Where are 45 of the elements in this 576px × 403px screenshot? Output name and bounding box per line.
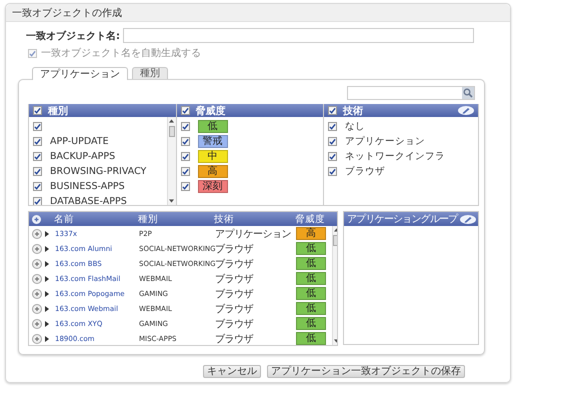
column-header[interactable]: 脅威度 — [295, 212, 331, 226]
action-button[interactable]: キャンセル — [203, 365, 261, 378]
threat-level-badge: 低 — [296, 287, 326, 300]
tab[interactable]: アプリケーション — [32, 67, 128, 80]
threat-level-badge: 低 — [296, 242, 326, 255]
table-cell-text: ブラウザ — [215, 242, 254, 256]
threat-level-badge: 低 — [296, 257, 326, 270]
table-cell-text: ブラウザ — [215, 258, 254, 270]
table-cell-text: アプリケーション — [215, 228, 292, 240]
column-title: 脅威度 — [196, 104, 227, 118]
threat-level-badge: 高 — [296, 227, 326, 240]
table-cell-text: ブラウザ — [215, 288, 254, 300]
column-header[interactable]: 名前 — [44, 212, 138, 226]
panel-title: アプリケーショングループ — [347, 212, 458, 226]
threat-level-badge: 高 — [198, 165, 228, 178]
threat-level-badge: 低 — [198, 120, 228, 133]
action-button[interactable]: アプリケーション一致オブジェクトの保存 — [267, 365, 465, 378]
table-cell-text: ブラウザ — [215, 302, 254, 316]
auto-name-label: 一致オブジェクト名を自動生成する — [41, 46, 201, 60]
column-header[interactable]: 技術 — [214, 212, 295, 226]
filter-option: APP-UPDATE — [50, 136, 109, 147]
table-cell-text: ブラウザ — [215, 332, 254, 345]
filter-option: ネットワークインフラ — [345, 150, 446, 163]
column-title: 種別 — [48, 104, 69, 118]
tab[interactable]: 種別 — [132, 67, 168, 79]
filter-option: BUSINESS-APPS — [50, 181, 125, 192]
filter-option: ブラウザ — [345, 165, 386, 178]
filter-option: BACKUP-APPS — [50, 151, 116, 162]
threat-level-badge: 中 — [198, 150, 228, 163]
name-label: 一致オブジェクト名: — [26, 30, 120, 42]
filter-option: なし — [345, 120, 366, 133]
filter-option: BROWSING-PRIVACY — [50, 166, 146, 177]
threat-level-badge: 低 — [296, 317, 326, 330]
table-cell-text: ブラウザ — [215, 272, 254, 286]
threat-level-badge: 低 — [296, 332, 326, 345]
table-cell-text: ブラウザ — [215, 318, 254, 330]
filter-option: DATABASE-APPS — [50, 196, 127, 205]
threat-level-badge: 低 — [296, 272, 326, 285]
column-header[interactable]: 種別 — [138, 212, 214, 226]
column-title: 技術 — [343, 104, 364, 118]
threat-level-badge: 深刻 — [198, 180, 228, 193]
threat-level-badge: 低 — [296, 302, 326, 315]
window-title: 一致オブジェクトの作成 — [12, 8, 122, 19]
filter-option: アプリケーション — [345, 135, 426, 148]
threat-level-badge: 警戒 — [198, 135, 228, 148]
